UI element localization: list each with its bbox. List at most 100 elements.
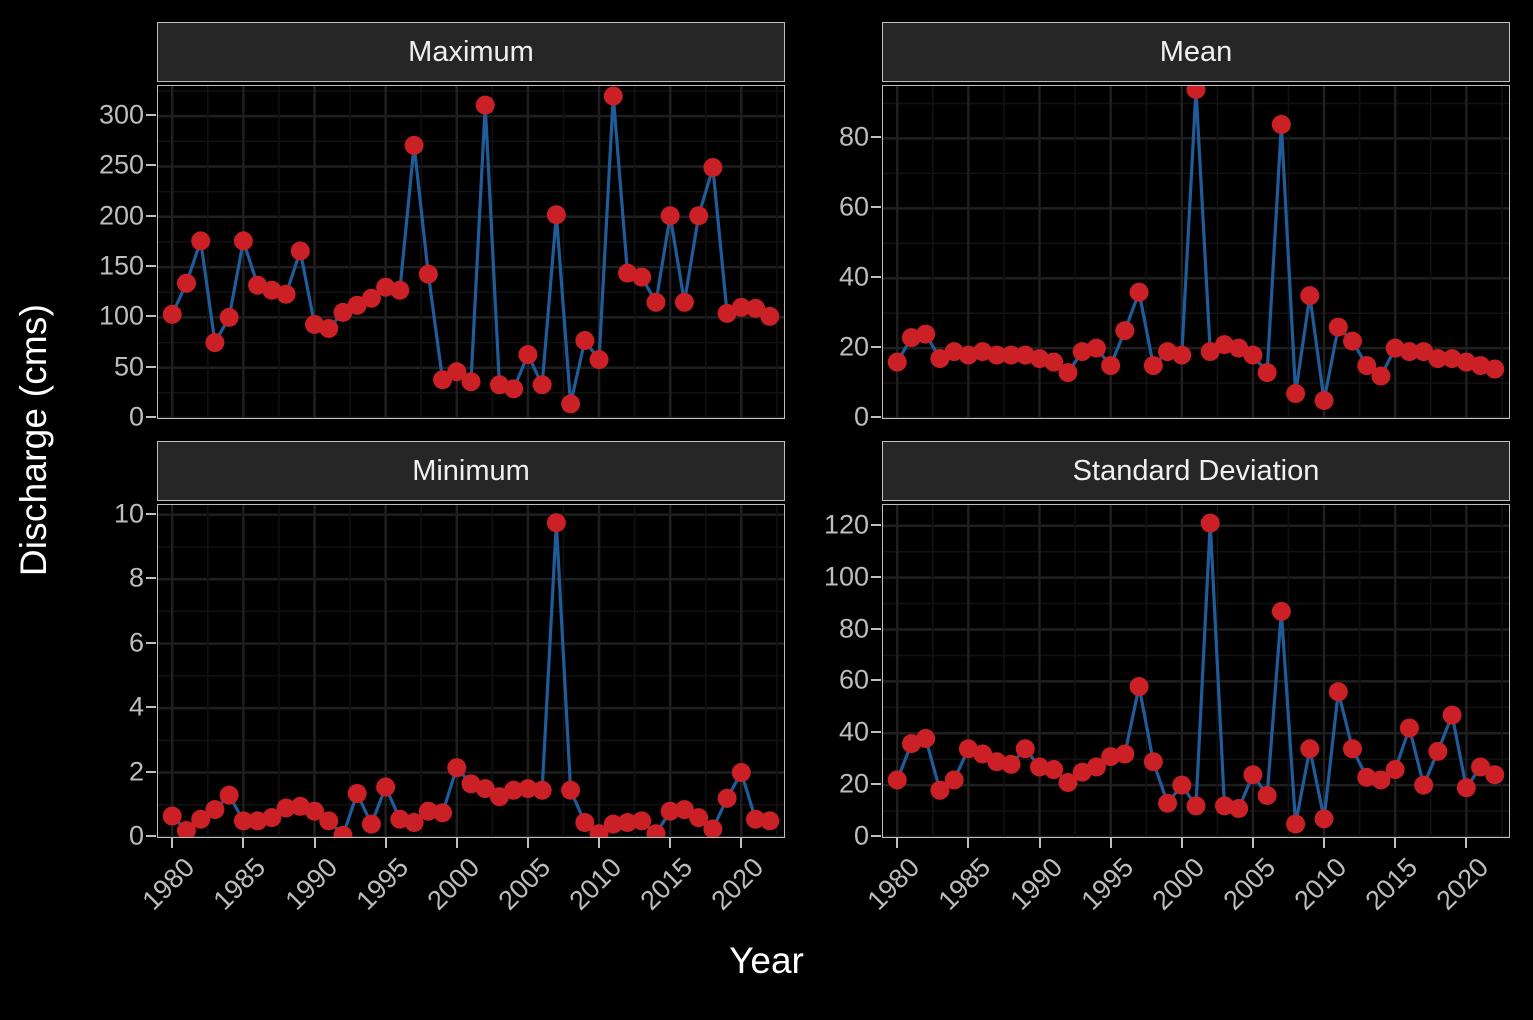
y-axis-tick-label: 4 — [128, 691, 144, 722]
y-axis-tick-mark — [146, 835, 156, 837]
y-axis-tick-label: 40 — [838, 716, 869, 747]
facet-strip-label: Maximum — [408, 35, 534, 68]
y-axis-tick-mark — [871, 206, 881, 209]
x-axis-tick-label: 1980 — [861, 852, 926, 916]
y-axis-tick-label: 0 — [853, 820, 869, 851]
y-axis-tick-label: 40 — [838, 261, 869, 292]
x-axis-tick-label: 1985 — [207, 852, 272, 916]
x-axis-tick-label: 2010 — [1288, 852, 1353, 916]
y-axis-tick-mark — [146, 315, 156, 318]
y-axis-tick-label: 100 — [98, 300, 144, 331]
facet-strip-minimum: Minimum — [157, 441, 785, 501]
facet-panel-maximum: Maximum — [157, 22, 785, 419]
y-axis-tick-label: 0 — [128, 401, 144, 432]
y-axis-tick-label: 250 — [98, 149, 144, 180]
x-axis-tick-label: 2005 — [1217, 852, 1282, 916]
x-axis-tick-mark — [598, 838, 601, 848]
x-axis-tick-mark — [1251, 838, 1254, 848]
y-axis-tick-mark — [146, 365, 156, 368]
y-axis-tick-mark — [146, 770, 156, 773]
plot-area-mean — [882, 85, 1510, 419]
y-axis-tick-mark — [146, 214, 156, 217]
y-axis-title: Discharge (cms) — [13, 303, 55, 577]
x-axis-tick-mark — [1109, 838, 1112, 848]
x-axis-tick-label: 2005 — [492, 852, 557, 916]
y-axis-tick-mark — [871, 783, 881, 786]
y-axis-tick-mark — [871, 416, 881, 418]
y-axis-tick-mark — [871, 835, 881, 837]
y-axis-tick-mark — [871, 679, 881, 682]
x-axis-tick-label: 2015 — [634, 852, 699, 916]
y-axis-tick-mark — [146, 641, 156, 644]
plot-area-minimum — [157, 504, 785, 838]
x-axis-tick-mark — [526, 838, 529, 848]
y-axis-tick-mark — [871, 346, 881, 349]
y-axis-tick-label: 60 — [838, 191, 869, 222]
y-axis-tick-mark — [146, 577, 156, 580]
x-axis-tick-mark — [1038, 838, 1041, 848]
plot-area-standard-deviation — [882, 504, 1510, 838]
x-axis-tick-label: 1995 — [350, 852, 414, 916]
y-axis-tick-label: 80 — [838, 613, 869, 643]
y-axis-tick-label: 200 — [98, 200, 144, 231]
y-axis-tick-mark — [146, 512, 156, 515]
y-axis-tick-label: 50 — [113, 351, 144, 382]
facet-strip-label: Minimum — [412, 454, 530, 487]
x-axis-tick-label: 2020 — [1430, 852, 1495, 916]
y-axis-tick-label: 8 — [128, 562, 144, 593]
y-axis-tick-label: 0 — [853, 401, 869, 432]
x-axis-tick-mark — [740, 838, 743, 848]
plot-svg-minimum — [158, 505, 784, 837]
x-axis-tick-label: 2020 — [705, 852, 770, 916]
y-axis-tick-mark — [871, 276, 881, 279]
plot-area-maximum — [157, 85, 785, 419]
y-axis-tick-mark — [146, 164, 156, 167]
plot-svg-mean — [883, 86, 1509, 418]
x-axis-tick-mark — [669, 838, 672, 848]
y-axis-tick-label: 0 — [128, 820, 144, 851]
y-axis-tick-label: 10 — [113, 498, 144, 529]
x-axis-tick-mark — [1180, 838, 1183, 848]
x-axis-tick-mark — [967, 838, 970, 848]
x-axis-tick-mark — [455, 838, 458, 848]
facet-strip-maximum: Maximum — [157, 22, 785, 82]
facet-strip-standard-deviation: Standard Deviation — [882, 441, 1510, 501]
x-axis-tick-label: 2000 — [1146, 852, 1210, 916]
x-axis-tick-label: 1995 — [1075, 852, 1139, 916]
x-axis-tick-mark — [313, 838, 316, 848]
x-axis-tick-mark — [171, 838, 174, 848]
y-axis-tick-mark — [146, 416, 156, 418]
facet-strip-label: Standard Deviation — [1072, 454, 1320, 487]
y-axis-tick-label: 300 — [98, 99, 144, 130]
y-axis-tick-label: 80 — [838, 121, 869, 152]
x-axis-title: Year — [729, 940, 804, 981]
x-axis-tick-mark — [242, 838, 245, 848]
y-axis-tick-label: 2 — [128, 756, 144, 787]
y-axis-tick-mark — [871, 575, 881, 578]
x-axis-tick-label: 2000 — [421, 852, 485, 916]
y-axis-tick-label: 60 — [838, 664, 869, 695]
y-axis-tick-mark — [871, 731, 881, 734]
y-axis-tick-mark — [871, 627, 881, 630]
facet-panel-mean: Mean — [882, 22, 1510, 419]
y-axis-tick-label: 6 — [128, 627, 144, 658]
y-axis-tick-label: 20 — [838, 331, 869, 362]
x-axis-tick-label: 1985 — [932, 852, 997, 916]
x-axis-tick-mark — [896, 838, 899, 848]
x-axis-tick-label: 1980 — [136, 852, 201, 916]
y-axis-tick-mark — [871, 523, 881, 526]
facet-strip-label: Mean — [1159, 35, 1233, 68]
x-axis-tick-label: 2015 — [1359, 852, 1424, 916]
y-axis-tick-label: 20 — [838, 768, 869, 799]
x-axis-tick-label: 1990 — [1004, 852, 1068, 916]
y-axis-tick-mark — [146, 114, 156, 117]
x-axis-tick-label: 2010 — [563, 852, 628, 916]
y-axis-tick-mark — [871, 136, 881, 139]
y-axis-tick-label: 150 — [98, 250, 144, 281]
facet-strip-mean: Mean — [882, 22, 1510, 82]
x-axis-tick-mark — [1394, 838, 1397, 848]
y-axis-tick-mark — [146, 265, 156, 268]
y-axis-tick-label: 120 — [823, 509, 869, 540]
x-axis-tick-label: 1990 — [279, 852, 343, 916]
facet-panel-standard-deviation: Standard Deviation — [882, 441, 1510, 838]
